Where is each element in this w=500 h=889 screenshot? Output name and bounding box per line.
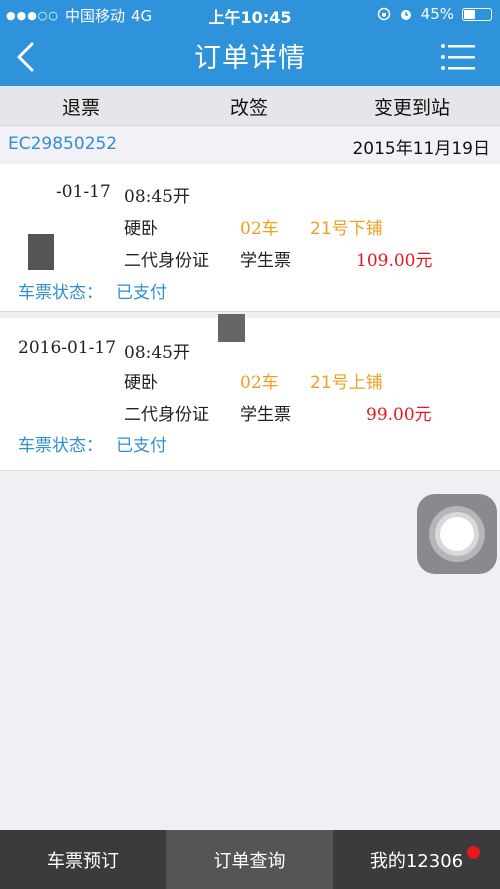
page-title: 订单详情 [194, 43, 306, 74]
ticket-seat-type: 硬卧 [124, 373, 158, 393]
list-menu-icon [441, 44, 475, 70]
ticket-type: 学生票 [240, 405, 291, 425]
bottom-tab-bar: 车票预订 订单查询 我的12306 [0, 830, 500, 889]
ticket-status-label: 车票状态： [18, 283, 103, 303]
ticket-date: 2016-01-17 [18, 338, 117, 358]
tab-order-query[interactable]: 订单查询 [166, 830, 333, 889]
ticket-type: 学生票 [240, 251, 291, 271]
refund-button[interactable]: 退票 [62, 93, 100, 120]
order-date: 2015年11月19日 [352, 139, 490, 159]
menu-button[interactable] [440, 42, 476, 72]
redacted-patch [28, 234, 54, 270]
tab-ticket-booking[interactable]: 车票预订 [0, 830, 166, 889]
assistive-touch-button[interactable] [417, 494, 497, 574]
ticket-departure-time: 08:45开 [124, 343, 190, 363]
tab-label: 车票预订 [47, 850, 119, 872]
battery-percent: 45% [420, 5, 454, 23]
header: ●●●○○ 中国移动 4G 上午10:45 45% 订单详情 [0, 0, 500, 86]
tab-label: 我的12306 [369, 850, 464, 872]
alarm-icon [400, 10, 411, 20]
nav-bar: 订单详情 [0, 28, 500, 86]
status-bar: ●●●○○ 中国移动 4G 上午10:45 45% [0, 0, 500, 28]
battery-icon [462, 7, 492, 21]
ticket-id-type: 二代身份证 [124, 405, 209, 425]
ticket-status-label: 车票状态： [18, 436, 103, 456]
ticket-price: 99.00元 [366, 405, 432, 425]
order-number: EC29850252 [8, 134, 118, 154]
ticket-id-type: 二代身份证 [124, 251, 209, 271]
notification-dot-icon [467, 846, 480, 859]
ticket-car: 02车 [240, 219, 279, 239]
rotation-lock-icon [377, 7, 390, 21]
order-info-row: EC29850252 2015年11月19日 [0, 127, 500, 163]
ticket-price: 109.00元 [356, 251, 433, 271]
ticket-status: 已支付 [116, 283, 167, 303]
ticket-status: 已支付 [116, 436, 167, 456]
ticket-card[interactable]: -01-17 08:45开 硬卧 02车 21号下铺 二代身份证 学生票 109… [0, 164, 500, 312]
ticket-card[interactable]: 2016-01-17 08:45开 硬卧 02车 21号上铺 二代身份证 学生票… [0, 314, 500, 471]
status-right: 45% [377, 5, 492, 23]
ticket-date: -01-17 [56, 182, 111, 202]
ticket-departure-time: 08:45开 [124, 187, 190, 207]
assistive-ring-inner [440, 517, 474, 551]
ticket-berth: 21号上铺 [310, 373, 383, 393]
change-ticket-button[interactable]: 改签 [230, 93, 268, 120]
tab-label: 订单查询 [213, 850, 286, 872]
tab-my-12306[interactable]: 我的12306 [333, 830, 500, 889]
battery-fill [464, 9, 475, 19]
redacted-patch [218, 314, 245, 342]
ticket-car: 02车 [240, 373, 279, 393]
change-station-button[interactable]: 变更到站 [374, 93, 450, 120]
ticket-seat-type: 硬卧 [124, 219, 158, 239]
ticket-berth: 21号下铺 [310, 219, 383, 239]
action-bar: 退票 改签 变更到站 [0, 86, 500, 126]
